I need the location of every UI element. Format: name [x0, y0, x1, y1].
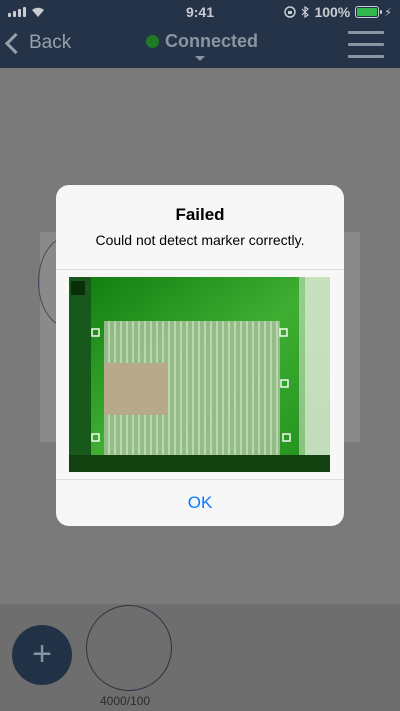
alert-title: Failed: [175, 205, 225, 224]
chevron-down-icon[interactable]: [195, 56, 205, 61]
ok-button[interactable]: OK: [56, 493, 344, 513]
divider: [56, 269, 344, 270]
hamburger-menu-icon[interactable]: [348, 31, 384, 58]
battery-icon: [355, 6, 383, 18]
divider: [56, 479, 344, 480]
add-button[interactable]: +: [12, 625, 72, 685]
job-thumbnail[interactable]: [86, 605, 172, 691]
battery-percent: 100%: [314, 4, 351, 20]
back-label: Back: [29, 32, 72, 53]
orientation-lock-icon: [284, 6, 297, 18]
top-bar: 9:41 100% ⚡ Back Connected: [0, 0, 400, 68]
camera-capture-image: [69, 277, 330, 472]
status-bar: 9:41 100% ⚡: [0, 0, 400, 24]
connected-dot-icon: [146, 35, 159, 48]
bluetooth-icon: [302, 6, 310, 18]
job-size-label: 4000/100: [100, 694, 151, 708]
back-button[interactable]: Back: [4, 32, 72, 54]
charging-icon: ⚡: [384, 6, 392, 19]
connection-label: Connected: [165, 31, 259, 51]
alert-dialog: Failed Could not detect marker correctly…: [56, 185, 344, 526]
chevron-left-icon: [4, 32, 27, 54]
connection-status[interactable]: Connected: [146, 31, 258, 52]
alert-message: Could not detect marker correctly.: [95, 232, 305, 248]
